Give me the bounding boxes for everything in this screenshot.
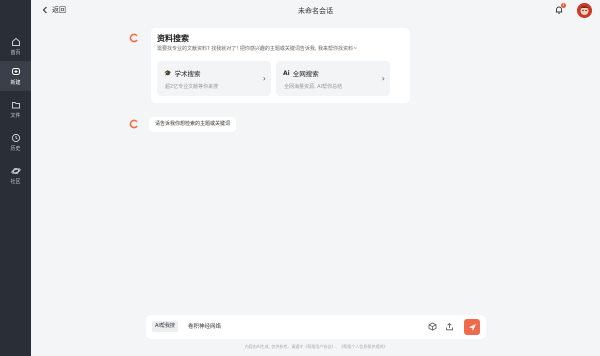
card-description: 需要找专业的文献资料? 找我就对了! 把你感兴趣的主题或关键词告诉我, 我来帮你… (157, 46, 358, 52)
upload-icon[interactable] (445, 322, 454, 331)
sidebar-item-history[interactable]: 历史 (0, 127, 31, 157)
bot-logo-icon (129, 119, 138, 129)
send-button[interactable] (464, 319, 480, 335)
top-bar: 返回 未命名会话 4 (31, 0, 600, 22)
academic-search-option[interactable]: 🎓 学术搜索 超2亿专业文献等你来搜 › (157, 61, 271, 96)
sidebar-item-label: 首页 (10, 49, 21, 56)
notification-badge: 4 (561, 3, 566, 8)
web-search-option[interactable]: Ai 全网搜索 全网海量资源, AI帮你总结 › (276, 61, 390, 96)
bot-logo-icon (129, 33, 138, 43)
chat-composer: AI帮我搜 卷积神经网络 (146, 315, 486, 339)
send-icon (468, 323, 476, 331)
sidebar-item-files[interactable]: 文件 (0, 94, 31, 124)
cube-icon[interactable] (428, 322, 437, 331)
clock-icon (11, 133, 20, 142)
disclaimer-note: 内容由AI生成, 仅供参考。请遵守《帮搜用户协议》、《帮搜个人信息保护规则》 (244, 344, 388, 349)
home-icon (11, 37, 20, 46)
bot-message: 请告诉我你想检索的主题或关键词 (149, 117, 237, 132)
chevron-right-icon: › (381, 74, 385, 83)
ai-icon: Ai (283, 69, 290, 77)
avatar-image (577, 3, 592, 18)
option-title: 学术搜索 (174, 70, 201, 78)
option-title: 全网搜索 (292, 70, 319, 78)
sidebar: 首页 新建 文件 历史 社区 (0, 0, 31, 356)
search-mode-chip[interactable]: AI帮我搜 (152, 321, 178, 332)
option-description: 超2亿专业文献等你来搜 (165, 84, 219, 90)
option-description: 全网海量资源, AI帮你总结 (284, 84, 343, 90)
sidebar-item-label: 历史 (10, 145, 21, 152)
planet-icon (10, 167, 21, 174)
sidebar-item-community[interactable]: 社区 (0, 160, 31, 190)
avatar[interactable] (577, 3, 592, 18)
resource-search-card: 资料搜索 需要找专业的文献资料? 找我就对了! 把你感兴趣的主题或关键词告诉我,… (151, 28, 410, 103)
sidebar-item-home[interactable]: 首页 (0, 31, 31, 61)
folder-icon (11, 101, 20, 108)
page-title: 未命名会话 (298, 7, 333, 15)
chevron-right-icon: › (262, 74, 266, 83)
new-chat-icon (11, 67, 20, 75)
sidebar-item-label: 文件 (10, 112, 21, 119)
graduation-cap-icon: 🎓 (164, 69, 172, 77)
sidebar-item-new[interactable]: 新建 (0, 61, 31, 91)
card-title: 资料搜索 (157, 34, 189, 43)
sidebar-item-label: 社区 (10, 178, 21, 185)
sidebar-item-label: 新建 (10, 79, 21, 86)
chat-input[interactable]: 卷积神经网络 (188, 322, 221, 330)
